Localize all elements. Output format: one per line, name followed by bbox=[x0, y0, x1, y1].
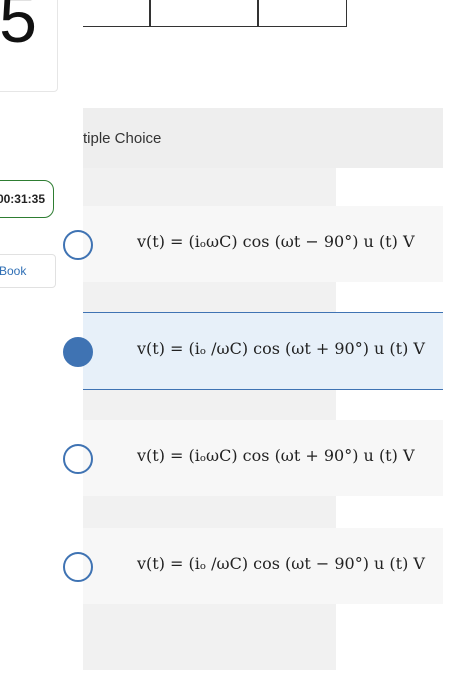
table-divider bbox=[149, 0, 151, 26]
option-formula: v(t) = (iₒ /ωC) cos (ωt + 90°) u (t) V bbox=[137, 339, 425, 358]
spacer bbox=[83, 496, 336, 528]
option-formula: v(t) = (iₒωC) cos (ωt − 90°) u (t) V bbox=[137, 232, 415, 251]
radio-button[interactable] bbox=[63, 444, 93, 474]
option-formula: v(t) = (iₒωC) cos (ωt + 90°) u (t) V bbox=[137, 446, 415, 465]
spacer bbox=[83, 168, 336, 206]
spacer bbox=[83, 390, 336, 420]
question-type-header: tiple Choice bbox=[83, 108, 443, 168]
radio-button[interactable] bbox=[63, 552, 93, 582]
table-fragment bbox=[83, 0, 347, 27]
table-divider bbox=[257, 0, 259, 26]
timer-text: 00:31:35 bbox=[0, 192, 45, 206]
spacer bbox=[83, 604, 336, 670]
ebook-button[interactable]: Book bbox=[0, 254, 56, 288]
radio-button-selected[interactable] bbox=[63, 337, 93, 367]
answer-option-1[interactable]: v(t) = (iₒωC) cos (ωt − 90°) u (t) V bbox=[63, 206, 443, 282]
question-number: 5 bbox=[0, 0, 37, 57]
radio-button[interactable] bbox=[63, 230, 93, 260]
page: 5 00:31:35 Book tiple Choice v(t) = (iₒω… bbox=[0, 0, 451, 700]
ebook-label: Book bbox=[0, 264, 27, 278]
answer-option-4[interactable]: v(t) = (iₒ /ωC) cos (ωt − 90°) u (t) V bbox=[63, 528, 443, 604]
answer-option-2[interactable]: v(t) = (iₒ /ωC) cos (ωt + 90°) u (t) V bbox=[63, 312, 443, 390]
answer-option-3[interactable]: v(t) = (iₒωC) cos (ωt + 90°) u (t) V bbox=[63, 420, 443, 496]
question-type-label: tiple Choice bbox=[83, 130, 162, 147]
spacer bbox=[83, 282, 336, 312]
question-number-card: 5 bbox=[0, 0, 58, 92]
option-formula: v(t) = (iₒ /ωC) cos (ωt − 90°) u (t) V bbox=[137, 554, 425, 573]
timer-badge: 00:31:35 bbox=[0, 180, 54, 218]
